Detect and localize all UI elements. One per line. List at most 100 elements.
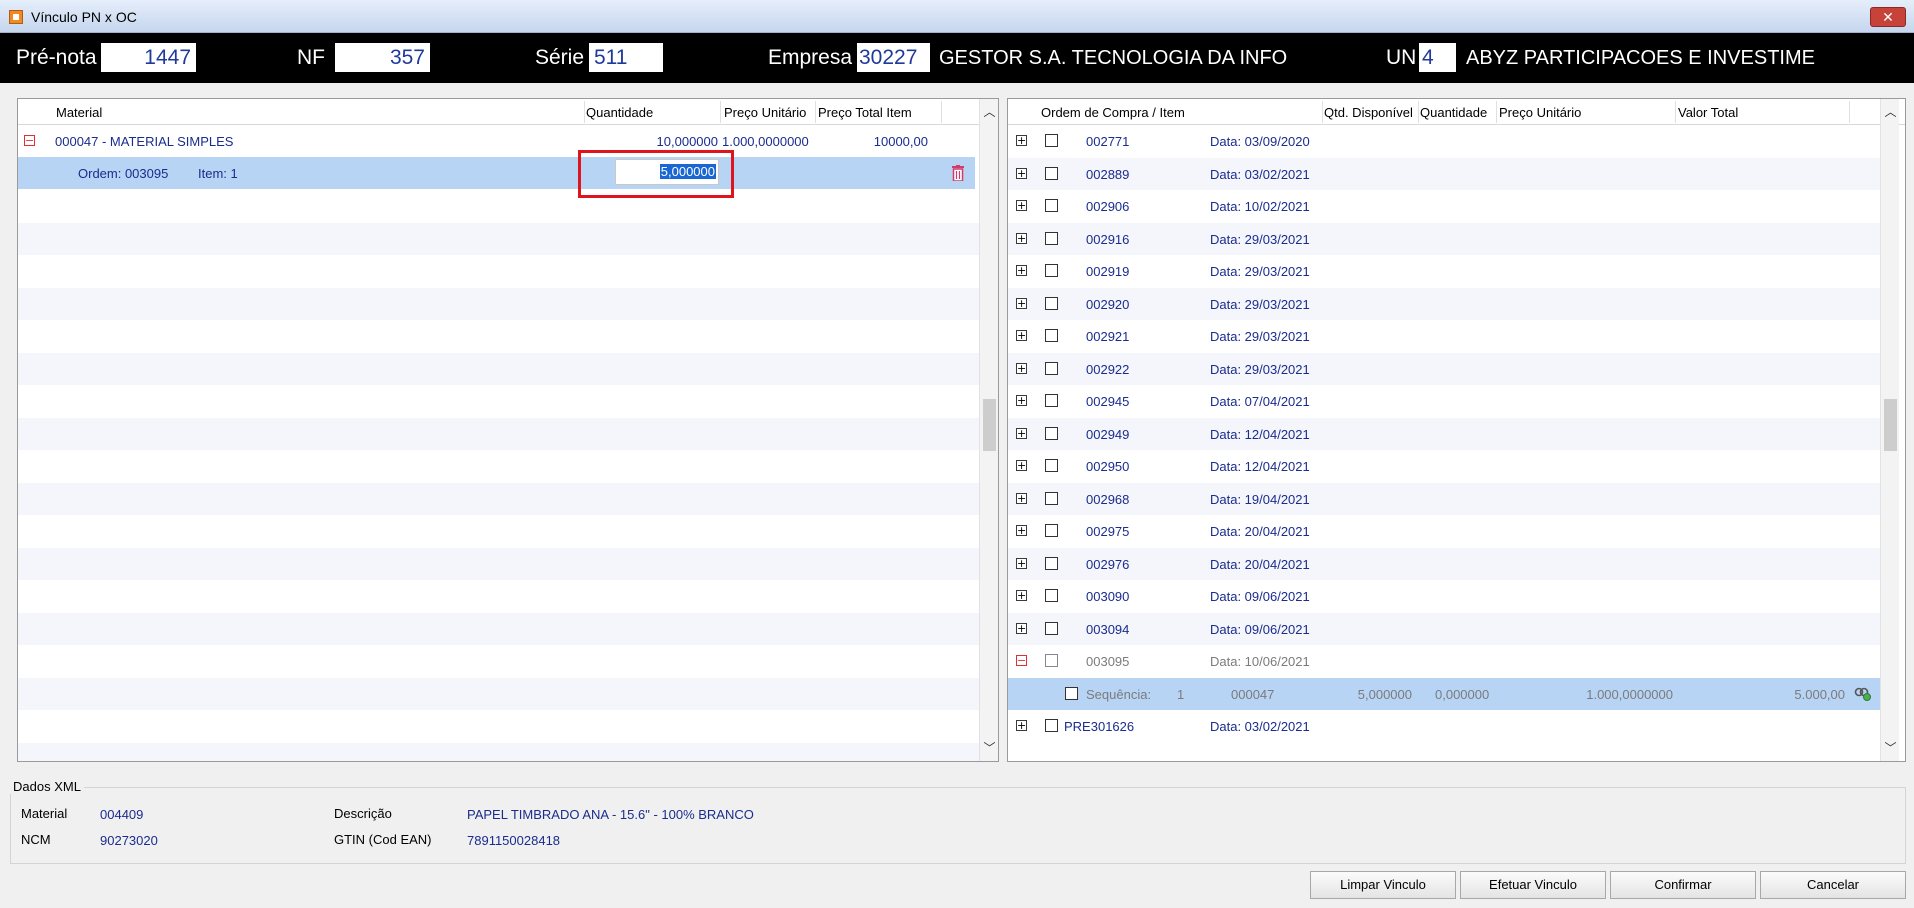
purchase-order-row[interactable]: +002976 Data: 20/04/2021 [1008, 547, 1880, 580]
order-checkbox[interactable] [1045, 524, 1058, 537]
efetuar-vinculo-button[interactable]: Efetuar Vinculo [1460, 871, 1606, 899]
order-checkbox[interactable] [1045, 361, 1058, 375]
purchase-order-row[interactable]: +002889 Data: 03/02/2021 [1008, 157, 1880, 190]
order-checkbox[interactable] [1045, 459, 1058, 472]
expand-icon[interactable]: + [1016, 232, 1027, 244]
expand-icon[interactable]: + [1016, 590, 1027, 601]
sequence-row[interactable]: Sequência: 1 000047 5,000000 0,000000 1.000,0… [1008, 677, 1880, 710]
nf-field[interactable]: 357 [335, 43, 430, 72]
col-quantidade[interactable]: Quantidade [1420, 105, 1487, 120]
order-number: 002916 [1086, 231, 1130, 247]
order-checkbox[interactable] [1045, 621, 1058, 635]
col-quantidade[interactable]: Quantidade [586, 105, 653, 120]
purchase-order-row[interactable]: + PRE301626 Data: 03/02/2021 [1008, 710, 1880, 742]
col-preco-total[interactable]: Preço Total Item [818, 105, 912, 120]
purchase-order-row[interactable]: +002975 Data: 20/04/2021 [1008, 515, 1880, 547]
order-checkbox[interactable] [1045, 556, 1058, 570]
order-checkbox[interactable] [1045, 134, 1058, 147]
order-checkbox[interactable] [1045, 719, 1058, 732]
sequence-checkbox[interactable] [1065, 686, 1078, 700]
col-qtd-disponivel[interactable]: Qtd. Disponível [1324, 105, 1413, 120]
order-checkbox[interactable] [1045, 329, 1058, 342]
col-preco-unitario[interactable]: Preço Unitário [724, 105, 806, 120]
expand-icon[interactable]: + [1016, 460, 1027, 471]
order-date: Data: 09/06/2021 [1210, 621, 1310, 637]
order-checkbox[interactable] [1045, 426, 1058, 440]
purchase-order-row[interactable]: +002919 Data: 29/03/2021 [1008, 255, 1880, 287]
empty-grid-row [18, 287, 979, 320]
order-checkbox[interactable] [1045, 166, 1058, 180]
purchase-order-row[interactable]: +002945 Data: 07/04/2021 [1008, 385, 1880, 417]
material-grid-scrollbar[interactable]: ︿ ﹀ [979, 99, 998, 761]
purchase-order-row[interactable]: +002949 Data: 12/04/2021 [1008, 417, 1880, 450]
purchase-order-row[interactable]: +002922 Data: 29/03/2021 [1008, 352, 1880, 385]
expand-icon[interactable]: + [1016, 167, 1027, 179]
scroll-thumb[interactable] [983, 399, 996, 451]
scroll-thumb[interactable] [1884, 399, 1897, 451]
purchase-order-row[interactable]: +003090 Data: 09/06/2021 [1008, 580, 1880, 612]
col-material[interactable]: Material [56, 105, 102, 120]
order-checkbox[interactable] [1045, 589, 1058, 602]
expand-icon[interactable]: + [1016, 492, 1027, 504]
scroll-down-icon[interactable]: ﹀ [1881, 737, 1900, 759]
expand-icon[interactable]: + [1016, 427, 1027, 439]
purchase-order-row[interactable]: +002906 Data: 10/02/2021 [1008, 190, 1880, 222]
order-checkbox[interactable] [1045, 264, 1058, 277]
cancelar-button[interactable]: Cancelar [1760, 871, 1906, 899]
order-checkbox[interactable] [1045, 296, 1058, 310]
close-button[interactable]: ✕ [1870, 7, 1906, 27]
expand-icon[interactable]: + [1016, 265, 1027, 276]
prenota-field[interactable]: 1447 [101, 43, 196, 72]
scroll-down-icon[interactable]: ﹀ [980, 737, 998, 759]
order-checkbox[interactable] [1045, 491, 1058, 505]
purchase-order-row[interactable]: +002950 Data: 12/04/2021 [1008, 450, 1880, 482]
order-date: Data: 12/04/2021 [1210, 459, 1310, 474]
order-checkbox[interactable] [1045, 394, 1058, 407]
expand-icon[interactable]: + [1016, 720, 1027, 731]
collapse-icon[interactable]: − [24, 135, 35, 146]
purchase-order-row[interactable]: +002916 Data: 29/03/2021 [1008, 222, 1880, 255]
expand-icon[interactable]: + [1016, 622, 1027, 634]
scroll-up-icon[interactable]: ︿ [980, 101, 998, 123]
purchase-order-grid-scrollbar[interactable]: ︿ ﹀ [1880, 99, 1899, 761]
empresa-label: Empresa [768, 46, 853, 69]
expand-icon[interactable]: + [1016, 395, 1027, 406]
order-number: 002975 [1086, 524, 1130, 539]
un-code-field[interactable]: 4 [1419, 43, 1456, 72]
scroll-up-icon[interactable]: ︿ [1881, 101, 1900, 123]
expand-icon[interactable]: + [1016, 525, 1027, 536]
collapse-icon[interactable]: − [1016, 655, 1027, 666]
empty-grid-row [18, 645, 979, 677]
col-ordem-item[interactable]: Ordem de Compra / Item [1041, 105, 1185, 120]
purchase-order-row[interactable]: +002921 Data: 29/03/2021 [1008, 320, 1880, 352]
expand-icon[interactable]: + [1016, 557, 1027, 569]
link-icon[interactable] [1854, 687, 1872, 701]
expand-icon[interactable]: + [1016, 297, 1027, 309]
expand-icon[interactable]: + [1016, 200, 1027, 211]
document-header: Pré-nota 1447 NF 357 Série 511 Empresa 3… [0, 33, 1914, 83]
expand-icon[interactable]: + [1016, 330, 1027, 341]
empresa-name: GESTOR S.A. TECNOLOGIA DA INFO [939, 47, 1288, 69]
limpar-vinculo-button[interactable]: Limpar Vinculo [1310, 871, 1456, 899]
serie-field[interactable]: 511 [589, 43, 663, 72]
empresa-code-field[interactable]: 30227 [857, 43, 930, 72]
purchase-order-row[interactable]: +003094 Data: 09/06/2021 [1008, 612, 1880, 645]
purchase-order-row[interactable]: +002968 Data: 19/04/2021 [1008, 482, 1880, 515]
xml-ncm-value: 90273020 [100, 833, 158, 848]
trash-icon[interactable] [952, 165, 964, 181]
expand-icon[interactable]: + [1016, 362, 1027, 374]
material-row[interactable]: − 000047 - MATERIAL SIMPLES 10,000000 1.… [18, 125, 975, 157]
col-preco-unitario[interactable]: Preço Unitário [1499, 105, 1581, 120]
order-checkbox[interactable] [1045, 231, 1058, 245]
purchase-order-row[interactable]: +002771 Data: 03/09/2020 [1008, 125, 1880, 157]
confirmar-button[interactable]: Confirmar [1610, 871, 1756, 899]
purchase-order-row[interactable]: +002920 Data: 29/03/2021 [1008, 287, 1880, 320]
order-link-row[interactable]: Ordem: 003095 Item: 1 [18, 157, 975, 189]
order-checkbox[interactable] [1045, 199, 1058, 212]
order-checkbox[interactable] [1045, 654, 1058, 667]
purchase-order-row[interactable]: − 003095 Data: 10/06/2021 [1008, 645, 1880, 677]
un-label: UN [1386, 46, 1417, 69]
expand-icon[interactable]: + [1016, 135, 1027, 146]
order-number: 002968 [1086, 491, 1130, 507]
col-valor-total[interactable]: Valor Total [1678, 105, 1738, 120]
